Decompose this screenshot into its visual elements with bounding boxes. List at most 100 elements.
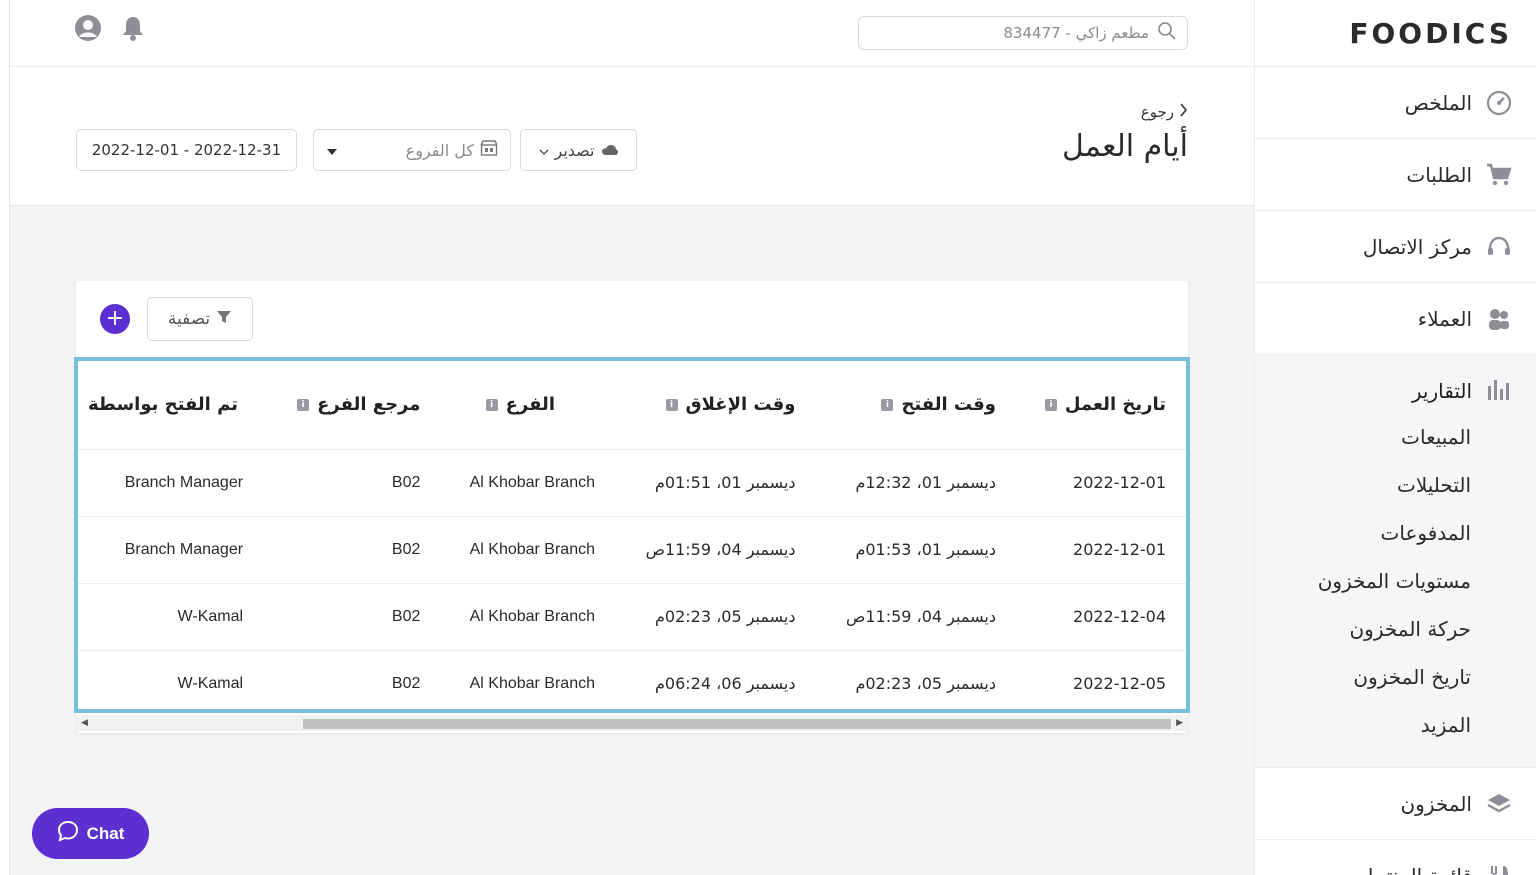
sidebar-item-orders[interactable]: الطلبات (1255, 139, 1536, 211)
caret-down-icon (326, 141, 338, 160)
chevron-right-icon (1178, 103, 1188, 121)
date-range-picker[interactable]: 2022-12-01 - 2022-12-31 (76, 129, 297, 171)
page-header: رجوع أيام العمل تصدير كل الفروع 2022-12-… (10, 67, 1254, 206)
search-box[interactable]: مطعم زاكي - 834477 (858, 16, 1188, 50)
add-button[interactable]: + (100, 304, 130, 334)
cell-branch: Al Khobar Branch (440, 449, 615, 517)
table-row[interactable]: 2022-12-01 ديسمبر 01، 12:32م ديسمبر 01، … (78, 449, 1186, 517)
cell-business-date: 2022-12-04 (1015, 583, 1186, 651)
chat-label: Chat (86, 823, 125, 843)
sidebar-subitem-inventory-levels[interactable]: مستويات المخزون (1255, 557, 1536, 605)
cell-opened-at: ديسمبر 04، 11:59ص (815, 583, 1016, 651)
cell-branch-reference: B02 (268, 449, 441, 517)
table-header-row: تاريخ العملi وقت الفتحi وقت الإغلاقi الف… (78, 361, 1186, 450)
cell-branch-reference: B02 (268, 516, 441, 584)
column-header[interactable]: مرجع الفرعi (268, 361, 441, 450)
chat-bubble-icon (57, 820, 79, 847)
table-toolbar: + تصفية (100, 297, 253, 341)
column-header[interactable]: وقت الإغلاقi (615, 361, 816, 450)
main-content: + تصفية تاريخ العملi وقت الفتحi وقت الإغ… (10, 206, 1254, 875)
table-row[interactable]: 2022-12-04 ديسمبر 04، 11:59ص ديسمبر 05، … (78, 583, 1186, 651)
cell-branch: Al Khobar Branch (440, 583, 615, 651)
table-row[interactable]: 2022-12-01 ديسمبر 01، 01:53م ديسمبر 04، … (78, 516, 1186, 584)
export-button[interactable]: تصدير (520, 129, 637, 171)
sidebar-section-reports: التقارير المبيعات التحليلات المدفوعات مس… (1255, 355, 1536, 768)
column-header[interactable]: تاريخ العملi (1015, 361, 1186, 450)
sidebar-subitem-payments[interactable]: المدفوعات (1255, 509, 1536, 557)
back-label: رجوع (1140, 103, 1174, 121)
cell-opened-at: ديسمبر 01، 12:32م (815, 449, 1016, 517)
cell-closed-at: ديسمبر 05، 02:23م (615, 583, 816, 651)
column-header[interactable]: الفرعi (440, 361, 615, 450)
horizontal-scrollbar[interactable]: ◀ ▶ (76, 715, 1188, 731)
branches-placeholder: كل الفروع (405, 140, 474, 160)
cell-branch: Al Khobar Branch (440, 650, 615, 709)
top-bar: مطعم زاكي - 834477 (10, 0, 1254, 67)
page-title: أيام العمل (1062, 129, 1188, 164)
sidebar-subitem-sales[interactable]: المبيعات (1255, 413, 1536, 461)
fork-knife-icon (1486, 863, 1512, 875)
cell-opened-by: Branch Manager (78, 449, 269, 517)
column-header[interactable]: وقت الفتحi (815, 361, 1016, 450)
branches-select[interactable]: كل الفروع (313, 129, 511, 171)
back-link[interactable]: رجوع (1141, 103, 1188, 121)
cell-business-date: 2022-12-01 (1015, 449, 1186, 517)
scrollbar-thumb[interactable] (303, 719, 1171, 729)
cell-branch: Al Khobar Branch (440, 516, 615, 584)
cart-icon (1486, 162, 1512, 188)
info-icon[interactable]: i (665, 399, 678, 412)
cell-branch-reference: B02 (268, 583, 441, 651)
search-placeholder: مطعم زاكي - 834477 (1003, 24, 1149, 42)
sidebar-subitem-more[interactable]: المزيد (1255, 701, 1536, 749)
cell-closed-at: ديسمبر 04، 11:59ص (615, 516, 816, 584)
left-edge-strip (0, 0, 10, 875)
headset-icon (1486, 234, 1512, 260)
notifications-bell-icon[interactable] (120, 14, 146, 46)
store-icon (480, 140, 498, 160)
business-days-table: تاريخ العملi وقت الفتحi وقت الإغلاقi الف… (74, 357, 1190, 713)
info-icon[interactable]: i (1044, 399, 1057, 412)
cell-branch-reference: B02 (268, 650, 441, 709)
dashboard-gauge-icon (1486, 90, 1512, 116)
cell-opened-at: ديسمبر 05، 02:23م (815, 650, 1016, 709)
export-label: تصدير (554, 140, 595, 160)
info-icon[interactable]: i (485, 399, 498, 412)
filter-button[interactable]: تصفية (147, 297, 253, 341)
cell-opened-by: Branch Manager (78, 516, 269, 584)
info-icon[interactable]: i (297, 399, 310, 412)
sidebar-subitem-inventory-history[interactable]: تاريخ المخزون (1255, 653, 1536, 701)
sidebar-item-inventory[interactable]: المخزون (1255, 768, 1536, 840)
sidebar: FOODICS الملخص الطلبات مركز الاتصال العم… (1254, 0, 1536, 875)
chat-button[interactable]: Chat (32, 808, 149, 859)
scroll-left-arrow-icon[interactable]: ◀ (81, 718, 88, 728)
cell-opened-by: W-Kamal (78, 583, 269, 651)
chevron-down-icon (539, 141, 549, 160)
sidebar-item-call-center[interactable]: مركز الاتصال (1255, 211, 1536, 283)
sidebar-item-customers[interactable]: العملاء (1255, 283, 1536, 355)
search-icon (1157, 21, 1177, 45)
cell-opened-at: ديسمبر 01، 01:53م (815, 516, 1016, 584)
sidebar-subitem-analytics[interactable]: التحليلات (1255, 461, 1536, 509)
bar-chart-icon (1486, 376, 1512, 406)
user-avatar-icon[interactable] (74, 14, 102, 46)
column-header: تم الفتح بواسطة (78, 361, 269, 450)
cell-business-date: 2022-12-01 (1015, 516, 1186, 584)
cloud-icon (601, 141, 619, 160)
layers-icon (1486, 791, 1512, 817)
info-icon[interactable]: i (881, 399, 894, 412)
top-icons (74, 14, 146, 46)
business-days-card: + تصفية تاريخ العملi وقت الفتحi وقت الإغ… (74, 281, 1190, 733)
cell-closed-at: ديسمبر 01، 01:51م (615, 449, 816, 517)
customers-icon (1486, 306, 1512, 332)
sidebar-subitem-inventory-movement[interactable]: حركة المخزون (1255, 605, 1536, 653)
sidebar-item-reports[interactable]: التقارير (1255, 369, 1536, 413)
filter-label: تصفية (167, 309, 211, 329)
cell-opened-by: W-Kamal (78, 650, 269, 709)
cell-closed-at: ديسمبر 06، 06:24م (615, 650, 816, 709)
sidebar-item-menu[interactable]: قائمة المنتجات (1255, 840, 1536, 875)
scroll-right-arrow-icon[interactable]: ▶ (1176, 718, 1183, 728)
cell-business-date: 2022-12-05 (1015, 650, 1186, 709)
table-row[interactable]: 2022-12-05 ديسمبر 05، 02:23م ديسمبر 06، … (78, 650, 1186, 709)
sidebar-item-dashboard[interactable]: الملخص (1255, 67, 1536, 139)
foodics-logo[interactable]: FOODICS (1255, 0, 1536, 67)
